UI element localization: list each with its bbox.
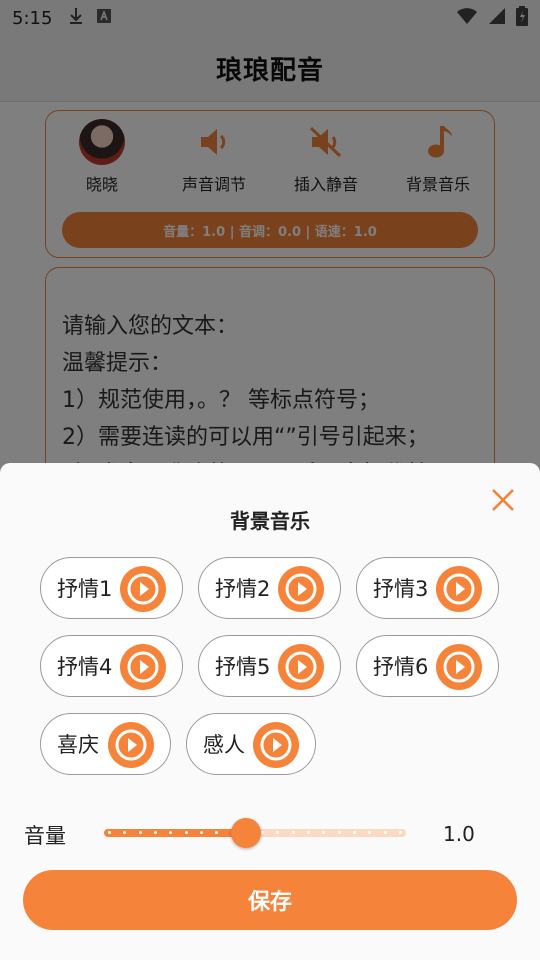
play-icon[interactable] [253,722,299,768]
close-icon[interactable] [488,485,518,515]
volume-slider[interactable] [104,818,406,848]
track-chip[interactable]: 抒情1 [40,557,183,619]
save-button[interactable]: 保存 [23,870,517,930]
play-icon[interactable] [278,566,324,612]
volume-value: 1.0 [443,822,475,846]
play-icon[interactable] [278,644,324,690]
track-label: 抒情5 [215,655,271,679]
play-icon[interactable] [120,644,166,690]
track-chip[interactable]: 抒情5 [198,635,341,697]
play-icon[interactable] [436,644,482,690]
background-music-sheet: 背景音乐 抒情1 抒情2 抒情3 抒情4 抒情5 抒情6 喜庆 感人 音量 1.… [0,463,540,960]
track-chip[interactable]: 抒情6 [356,635,499,697]
play-icon[interactable] [108,722,154,768]
slider-thumb[interactable] [230,818,261,848]
track-label: 抒情6 [373,655,429,679]
volume-label: 音量 [24,824,66,848]
track-chip[interactable]: 感人 [186,713,316,775]
track-chip[interactable]: 抒情2 [198,557,341,619]
track-label: 抒情2 [215,577,271,601]
sheet-title: 背景音乐 [230,509,310,533]
track-label: 抒情4 [57,655,113,679]
track-label: 喜庆 [57,733,99,757]
track-label: 抒情3 [373,577,429,601]
play-icon[interactable] [120,566,166,612]
track-label: 抒情1 [57,577,113,601]
track-chip[interactable]: 抒情4 [40,635,183,697]
track-label: 感人 [203,733,245,757]
track-chip[interactable]: 喜庆 [40,713,171,775]
play-icon[interactable] [436,566,482,612]
track-chip[interactable]: 抒情3 [356,557,499,619]
